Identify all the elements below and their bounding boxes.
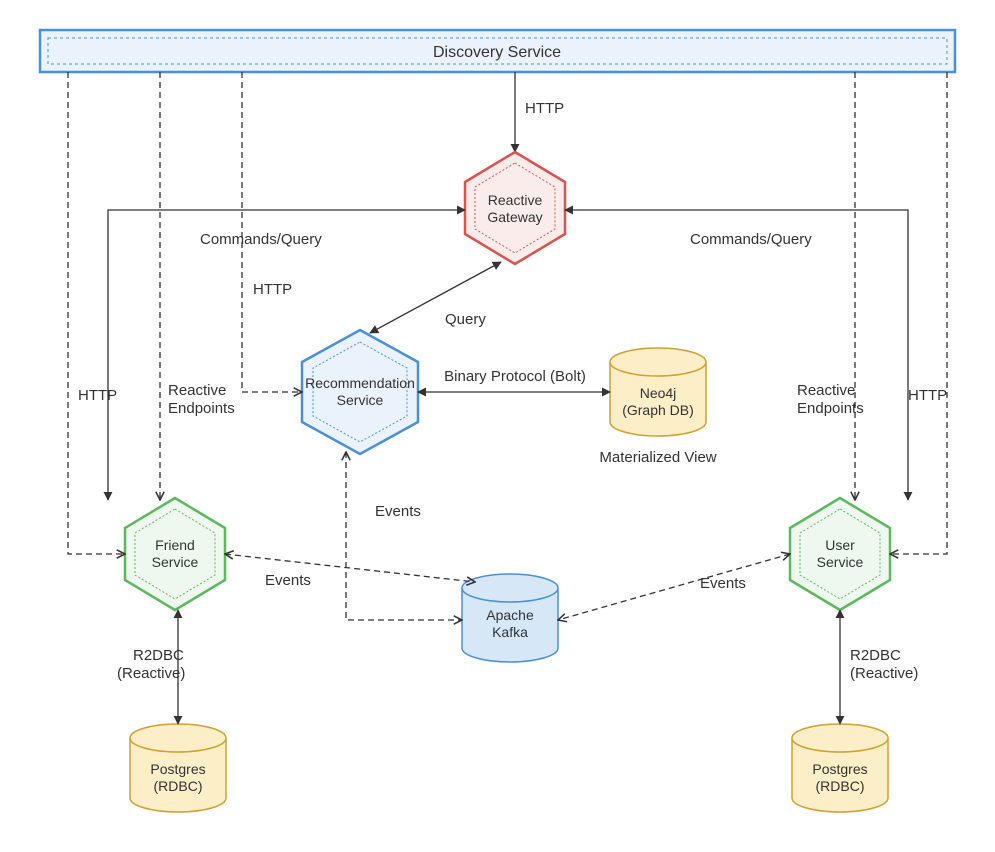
edge-discovery-friend-reactive-label1: Reactive	[168, 382, 226, 399]
postgres-right-node: Postgres (RDBC)	[792, 724, 888, 812]
edge-friend-postgres-label2: (Reactive)	[117, 665, 185, 682]
recommendation-service-node: Recommendation Service	[302, 330, 418, 454]
edge-rec-neo4j-label: Binary Protocol (Bolt)	[444, 368, 586, 385]
svg-text:Reactive: Reactive	[488, 192, 543, 208]
postgres-left-node: Postgres (RDBC)	[130, 724, 226, 812]
friend-service-node: Friend Service	[125, 498, 225, 610]
svg-text:Postgres: Postgres	[150, 761, 205, 777]
svg-text:Recommendation: Recommendation	[305, 375, 415, 391]
edge-gateway-rec-label: Query	[445, 311, 486, 328]
kafka-node: Apache Kafka	[462, 574, 558, 662]
edge-discovery-friend-http-label: HTTP	[78, 387, 117, 404]
edge-friend-kafka-label: Events	[265, 572, 311, 589]
svg-text:Service: Service	[152, 554, 199, 570]
architecture-diagram: Discovery Service HTTP Reactive Gateway …	[0, 0, 995, 852]
edge-discovery-user-reactive-label2: Endpoints	[797, 400, 864, 417]
edge-user-postgres-label2: (Reactive)	[850, 665, 918, 682]
neo4j-caption: Materialized View	[599, 449, 716, 466]
svg-text:Friend: Friend	[155, 537, 195, 553]
svg-text:Gateway: Gateway	[487, 209, 542, 225]
edge-gateway-friend	[108, 210, 465, 500]
svg-text:(RDBC): (RDBC)	[816, 778, 865, 794]
edge-user-postgres-label1: R2DBC	[850, 647, 901, 664]
edge-user-kafka-label: Events	[700, 575, 746, 592]
svg-text:Kafka: Kafka	[492, 624, 528, 640]
svg-text:Service: Service	[817, 554, 864, 570]
svg-text:(RDBC): (RDBC)	[154, 778, 203, 794]
svg-text:Neo4j: Neo4j	[640, 385, 677, 401]
edge-gateway-friend-label: Commands/Query	[200, 231, 322, 248]
edge-discovery-user-http-label: HTTP	[908, 387, 947, 404]
svg-text:Service: Service	[337, 392, 384, 408]
edge-discovery-friend-reactive-label2: Endpoints	[168, 400, 235, 417]
edge-discovery-friend-http	[68, 72, 125, 554]
edge-rec-kafka	[346, 452, 462, 620]
reactive-gateway-node: Reactive Gateway	[465, 152, 565, 264]
edge-gateway-user-label: Commands/Query	[690, 231, 812, 248]
neo4j-node: Neo4j (Graph DB) Materialized View	[599, 348, 716, 466]
edge-user-kafka	[558, 554, 790, 620]
svg-text:(Graph DB): (Graph DB)	[622, 402, 694, 418]
edge-discovery-rec-label: HTTP	[253, 281, 292, 298]
discovery-service-node: Discovery Service	[40, 30, 955, 72]
svg-text:User: User	[825, 537, 855, 553]
user-service-node: User Service	[790, 498, 890, 610]
discovery-label: Discovery Service	[433, 44, 561, 61]
edge-friend-kafka	[225, 554, 475, 582]
edge-discovery-gateway-label: HTTP	[525, 100, 564, 117]
svg-text:Apache: Apache	[486, 607, 534, 623]
edge-discovery-user-reactive-label1: Reactive	[797, 382, 855, 399]
edge-friend-postgres-label1: R2DBC	[133, 647, 184, 664]
svg-text:Postgres: Postgres	[812, 761, 867, 777]
edge-discovery-user-http	[890, 72, 947, 554]
edge-rec-kafka-label: Events	[375, 503, 421, 520]
